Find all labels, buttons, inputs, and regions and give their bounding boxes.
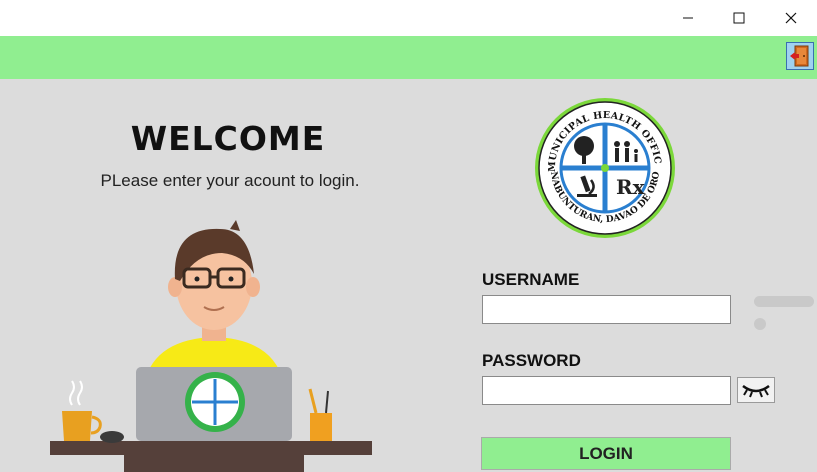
username-field[interactable] (482, 295, 731, 324)
rx-icon: Rx (616, 175, 646, 199)
login-content: WELCOME PLease enter your acount to logi… (0, 79, 817, 472)
closed-eye-icon (742, 384, 770, 398)
login-button[interactable]: LOGIN (481, 437, 731, 470)
login-label: LOGIN (579, 443, 633, 463)
close-icon (785, 12, 797, 24)
show-password-button[interactable] (737, 377, 775, 403)
window-titlebar (0, 0, 817, 36)
welcome-subtitle: PLease enter your acount to login. (100, 171, 360, 190)
minimize-button[interactable] (665, 0, 711, 36)
minimize-icon (683, 17, 693, 19)
exit-door-icon (790, 45, 809, 67)
decorative-ghost-bar (754, 296, 814, 307)
password-field[interactable] (482, 376, 731, 405)
close-button[interactable] (768, 0, 814, 36)
maximize-button[interactable] (716, 0, 762, 36)
person-at-laptop-illustration (50, 220, 372, 472)
welcome-title: WELCOME (130, 119, 326, 158)
maximize-icon (733, 12, 745, 24)
municipal-health-office-logo: Rx MUNICIPAL HEALTH OFFICE NABUNTURAN, D… (533, 96, 675, 238)
password-label: PASSWORD (482, 351, 581, 370)
username-label: USERNAME (482, 270, 580, 289)
exit-button[interactable] (786, 42, 814, 70)
header-bar (0, 36, 817, 79)
decorative-ghost-dot (754, 318, 766, 330)
